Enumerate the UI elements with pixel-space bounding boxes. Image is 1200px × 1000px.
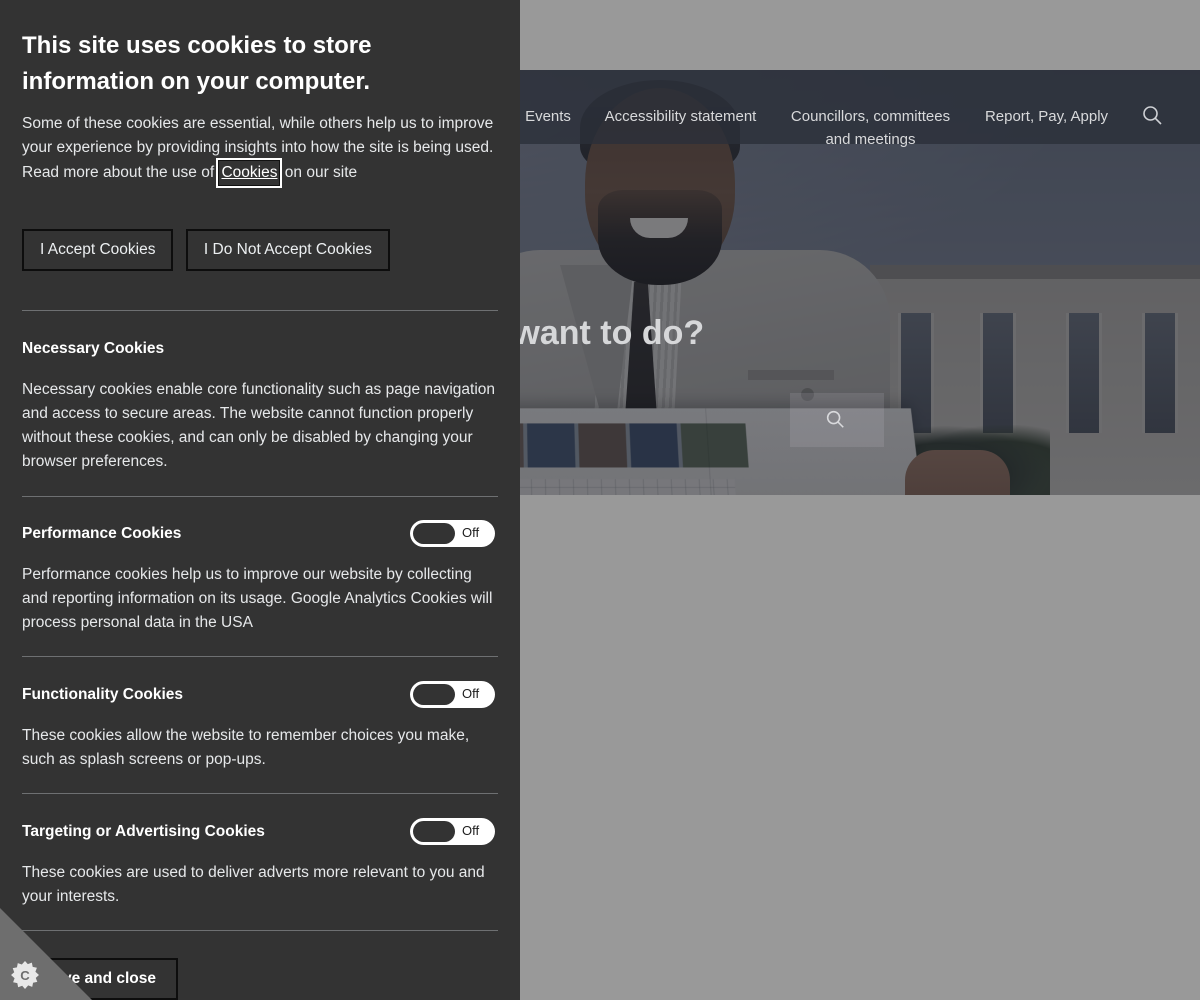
hero-search-box[interactable] [790, 393, 884, 447]
svg-text:C: C [20, 968, 30, 983]
toggle-state-label: Off [462, 823, 480, 838]
section-body-performance-cookies: Performance cookies help us to improve o… [22, 566, 493, 631]
nav-item-report-pay-apply[interactable]: Report, Pay, Apply [975, 105, 1118, 128]
toggle-knob [413, 523, 455, 544]
divider [22, 496, 498, 497]
consent-button-row: I Accept Cookies I Do Not Accept Cookies [22, 229, 398, 271]
toggle-performance-cookies[interactable]: Off [410, 520, 495, 547]
toggle-knob [413, 684, 455, 705]
section-title-targeting-cookies: Targeting or Advertising Cookies [22, 823, 265, 840]
search-icon [824, 408, 846, 430]
decline-cookies-button[interactable]: I Do Not Accept Cookies [185, 229, 390, 271]
dialog-intro: Some of these cookies are essential, whi… [22, 112, 498, 188]
toggle-functionality-cookies[interactable]: Off [410, 681, 495, 708]
section-body-necessary-cookies: Necessary cookies enable core functional… [22, 381, 496, 470]
divider [22, 656, 498, 657]
section-title-necessary-cookies: Necessary Cookies [22, 340, 165, 357]
toggle-state-label: Off [462, 525, 480, 540]
divider [22, 930, 498, 931]
cookie-consent-dialog: This site uses cookies to store informat… [0, 0, 520, 1000]
dialog-intro-pre: Read more about the use of [22, 164, 219, 181]
dialog-intro-line1: Some of these cookies are essential, whi… [22, 115, 494, 156]
section-body-targeting-cookies: These cookies are used to deliver advert… [22, 864, 485, 905]
cookie-settings-gear-icon[interactable]: C [10, 960, 40, 990]
toggle-state-label: Off [462, 686, 480, 701]
header-search-icon[interactable] [1140, 103, 1164, 127]
divider [22, 793, 498, 794]
section-title-performance-cookies: Performance Cookies [22, 525, 182, 542]
nav-item-accessibility-statement[interactable]: Accessibility statement [597, 105, 764, 128]
toggle-targeting-cookies[interactable]: Off [410, 818, 495, 845]
section-title-functionality-cookies: Functionality Cookies [22, 686, 184, 703]
page-root: One trail: hundreds of stories Welcome, … [0, 0, 1200, 1000]
cookies-policy-link[interactable]: Cookies [216, 158, 283, 188]
nav-item-councillors-committees-and-meetings[interactable]: Councillors, committees and meetings [784, 105, 957, 151]
dialog-title: This site uses cookies to store informat… [22, 32, 372, 95]
accept-cookies-button[interactable]: I Accept Cookies [22, 229, 174, 271]
section-body-functionality-cookies: These cookies allow the website to remem… [22, 727, 470, 768]
dialog-intro-post: on our site [280, 164, 358, 181]
divider [22, 310, 498, 311]
toggle-knob [413, 821, 455, 842]
